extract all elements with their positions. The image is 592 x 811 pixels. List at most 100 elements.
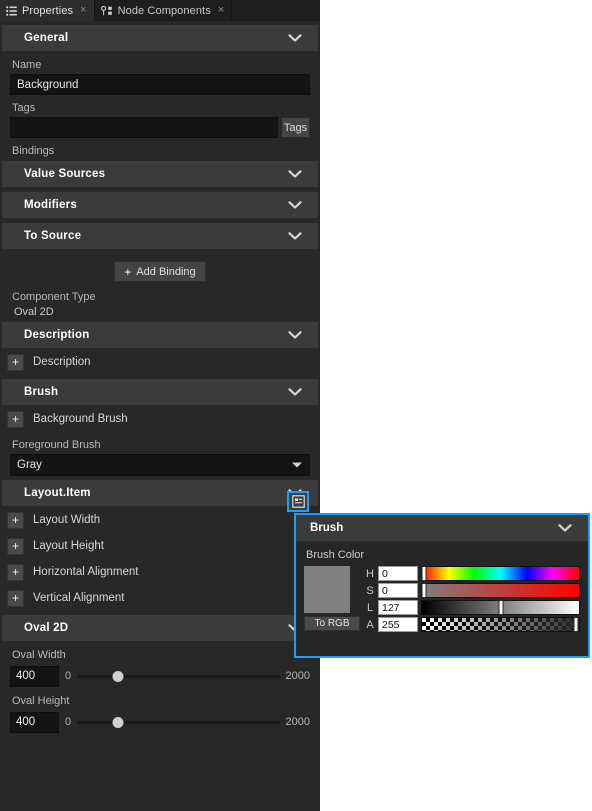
property-row-vertical-alignment: + Vertical Alignment (0, 585, 320, 611)
foreground-brush-group: Foreground Brush (0, 439, 320, 451)
slider-handle[interactable] (112, 670, 124, 682)
oval-width-slider[interactable] (77, 669, 280, 683)
brush-editor-button[interactable] (287, 491, 309, 512)
slider-handle[interactable] (421, 566, 427, 581)
property-row-background-brush: + Background Brush (0, 406, 320, 432)
property-row-horizontal-alignment: + Horizontal Alignment (0, 559, 320, 585)
list-icon (6, 5, 17, 16)
property-row-description: + Description (0, 349, 320, 375)
expand-icon[interactable]: + (7, 410, 24, 428)
node-graph-icon (100, 5, 113, 16)
property-label: Vertical Alignment (33, 592, 125, 604)
tab-label: Node Components (117, 4, 211, 17)
oval-width-max: 2000 (285, 670, 310, 682)
section-title: Layout.Item (24, 487, 91, 499)
chevron-down-icon[interactable] (288, 388, 302, 397)
chevron-down-icon[interactable] (288, 331, 302, 340)
section-brush[interactable]: Brush (2, 379, 318, 406)
expand-icon[interactable]: + (7, 589, 24, 607)
expand-icon[interactable]: + (7, 563, 24, 581)
slider-handle[interactable] (421, 583, 427, 598)
property-label: Background Brush (33, 413, 128, 425)
section-description[interactable]: Description (2, 322, 318, 349)
oval-height-row: 400 0 2000 (0, 710, 320, 734)
bindings-label: Bindings (12, 145, 55, 157)
foreground-brush-dropdown[interactable]: Gray (10, 454, 310, 476)
add-binding-button[interactable]: + Add Binding (114, 261, 206, 282)
properties-panel: Properties × Node Components × General N… (0, 0, 320, 811)
add-binding-row: + Add Binding (0, 261, 320, 282)
expand-icon[interactable]: + (7, 511, 24, 529)
oval-height-input[interactable]: 400 (10, 711, 59, 733)
name-input[interactable]: Background (10, 74, 310, 95)
tab-properties[interactable]: Properties × (0, 0, 95, 21)
oval-width-input[interactable]: 400 (10, 665, 59, 687)
section-modifiers[interactable]: Modifiers (2, 192, 318, 219)
dropdown-value: Gray (17, 459, 42, 471)
tags-label: Tags (12, 102, 36, 114)
color-picker: To RGB H 0 S 0 L 127 A 255 (296, 566, 588, 632)
slider-handle[interactable] (498, 600, 503, 615)
channel-label: H (366, 567, 374, 580)
oval-height-min: 0 (65, 716, 72, 728)
section-to-source[interactable]: To Source (2, 223, 318, 250)
section-title: Value Sources (24, 168, 106, 180)
add-binding-label: Add Binding (136, 265, 196, 278)
section-title: Description (24, 329, 90, 341)
plus-icon: + (124, 264, 132, 279)
chevron-down-icon[interactable] (558, 524, 572, 533)
brush-color-popup: Brush Brush Color To RGB H 0 S 0 L 127 A… (294, 513, 590, 658)
tab-node-components[interactable]: Node Components × (95, 0, 233, 21)
section-value-sources[interactable]: Value Sources (2, 161, 318, 188)
app-root: Properties × Node Components × General N… (0, 0, 592, 811)
oval-height-slider[interactable] (77, 715, 280, 729)
chevron-down-icon[interactable] (288, 170, 302, 179)
tab-label: Properties (22, 4, 74, 17)
slider-handle[interactable] (573, 617, 579, 632)
lightness-input[interactable]: 127 (378, 600, 418, 615)
brush-color-label: Brush Color (306, 549, 365, 561)
close-icon[interactable]: × (218, 5, 224, 16)
chevron-down-icon[interactable] (288, 34, 302, 43)
oval-width-row: 400 0 2000 (0, 664, 320, 688)
alpha-input[interactable]: 255 (378, 617, 418, 632)
name-label: Name (12, 59, 42, 71)
chevron-down-icon[interactable] (288, 201, 302, 210)
tab-bar: Properties × Node Components × (0, 0, 320, 21)
section-title: General (24, 32, 69, 44)
section-general[interactable]: General (2, 25, 318, 52)
section-oval-2d[interactable]: Oval 2D (2, 615, 318, 642)
name-field-group: Name Background (0, 59, 320, 95)
tags-input[interactable] (10, 117, 278, 138)
component-type-value: Oval 2D (14, 306, 54, 318)
expand-icon[interactable]: + (7, 353, 24, 371)
expand-icon[interactable]: + (7, 537, 24, 555)
property-label: Horizontal Alignment (33, 566, 139, 578)
alpha-slider[interactable] (421, 617, 580, 632)
section-title: Oval 2D (24, 622, 69, 634)
oval-width-group: Oval Width (0, 649, 320, 661)
chevron-down-icon[interactable] (288, 232, 302, 241)
channel-label: S (366, 584, 374, 597)
close-icon[interactable]: × (80, 5, 86, 16)
swatch-column: To RGB (304, 566, 360, 632)
hue-input[interactable]: 0 (378, 566, 418, 581)
saturation-input[interactable]: 0 (378, 583, 418, 598)
property-row-layout-width: + Layout Width (0, 507, 320, 533)
property-label: Layout Height (33, 540, 104, 552)
section-title: To Source (24, 230, 82, 242)
properties-body: General Name Background Tags Tags Bindin… (0, 25, 320, 740)
property-label: Description (33, 356, 91, 368)
popup-header[interactable]: Brush (296, 515, 588, 542)
hue-slider[interactable] (421, 566, 580, 581)
channel-row-s: S 0 (365, 583, 580, 598)
to-rgb-button[interactable]: To RGB (304, 616, 360, 631)
saturation-slider[interactable] (421, 583, 580, 598)
property-row-layout-height: + Layout Height (0, 533, 320, 559)
slider-handle[interactable] (112, 716, 124, 728)
lightness-slider[interactable] (421, 600, 580, 615)
foreground-brush-label: Foreground Brush (12, 439, 101, 451)
section-layout-item[interactable]: Layout.Item (2, 480, 318, 507)
channel-row-a: A 255 (365, 617, 580, 632)
tags-button[interactable]: Tags (281, 117, 310, 138)
